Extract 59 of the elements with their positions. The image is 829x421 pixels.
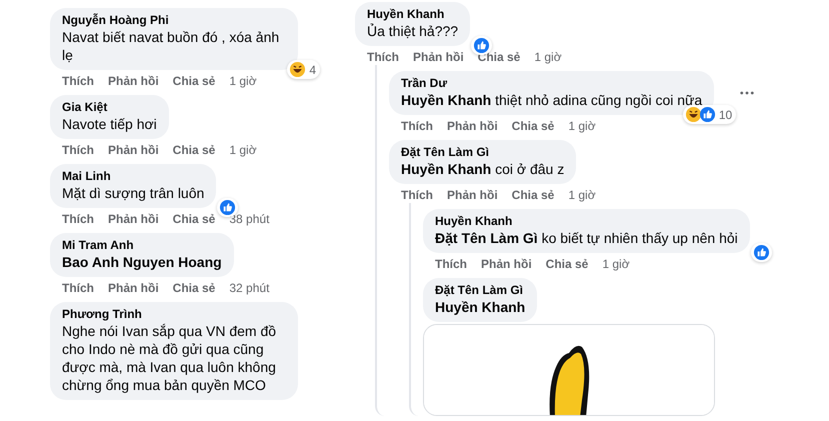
commenter-name: Đặt Tên Làm Gì [401, 145, 490, 160]
comment-text: Nghe nói Ivan sắp qua VN đem đồ cho Indo nè mà đồ gửi qua cũng được mà, mà Ivan qua luôn không chừng ổng mua bản quyền MCO [62, 322, 278, 394]
comment-action-link[interactable]: Phản hồi [413, 50, 464, 65]
comment-action-link[interactable]: Phản hồi [447, 119, 498, 134]
more-options-icon[interactable] [740, 91, 754, 95]
comment-action-link[interactable]: Thích [62, 281, 94, 296]
comment-action-link[interactable]: Thích [367, 50, 399, 65]
commenter-name: Gia Kiệt [62, 100, 108, 115]
comment-action-link[interactable]: Thích [62, 74, 94, 89]
comment-action-link[interactable]: Chia sẻ [172, 212, 216, 227]
like-icon [752, 244, 770, 261]
comment-action-link[interactable]: Chia sẻ [512, 188, 554, 203]
comment-action-link[interactable]: Phản hồi [108, 212, 159, 227]
comment-text: Huyền Khanh coi ở đâu z [401, 160, 564, 178]
commenter-name: Đặt Tên Làm Gì [435, 283, 524, 298]
commenter-name: Trần Dư [401, 76, 448, 91]
timestamp[interactable]: 1 giờ [568, 119, 596, 134]
comment-action-link[interactable]: Chia sẻ [172, 281, 216, 296]
comment-action-link[interactable]: Thích [401, 119, 433, 134]
commenter-name: Nguyễn Hoàng Phi [62, 13, 170, 28]
timestamp[interactable]: 1 giờ [229, 74, 257, 89]
comment-action-link[interactable]: Chia sẻ [546, 257, 588, 272]
reaction-badge[interactable] [750, 243, 772, 262]
comment-action-link[interactable]: Phản hồi [481, 257, 532, 272]
timestamp[interactable]: 1 giờ [534, 50, 562, 65]
comment-text: Huyền Khanh [435, 298, 526, 316]
laughing-emoji-icon [289, 61, 306, 78]
comment-action-link[interactable]: Thích [62, 143, 94, 158]
reaction-badge[interactable]: 4 [287, 60, 320, 79]
comment-action-link[interactable]: Phản hồi [108, 281, 159, 296]
comment-action-link[interactable]: Phản hồi [447, 188, 498, 203]
comment-action-link[interactable]: Chia sẻ [172, 143, 216, 158]
timestamp[interactable]: 1 giờ [229, 143, 257, 158]
timestamp[interactable]: 1 giờ [602, 257, 630, 272]
like-icon [473, 37, 490, 54]
commenter-name: Huyền Khanh [367, 7, 446, 22]
comment-text: Navat biết navat buồn đó , xóa ảnh lẹ [62, 28, 280, 64]
like-icon [698, 106, 716, 123]
comment-action-link[interactable]: Phản hồi [108, 143, 159, 158]
comment-action-link[interactable]: Chia sẻ [172, 74, 216, 89]
comment-text: Bao Anh Nguyen Hoang [62, 253, 222, 271]
comment-text: Ủa thiệt hả??? [367, 22, 458, 40]
commenter-name: Mi Tram Anh [62, 238, 135, 253]
comment-action-link[interactable]: Thích [62, 212, 94, 227]
comment-action-link[interactable]: Thích [435, 257, 467, 272]
commenter-name: Mai Linh [62, 169, 112, 184]
timestamp[interactable]: 32 phút [229, 281, 270, 296]
comment-text: Mặt dì sượng trân luôn [62, 184, 204, 202]
commenter-name: Phương Trình [62, 307, 143, 322]
comment-action-link[interactable]: Thích [401, 188, 433, 203]
laughing-emoji-icon [684, 106, 702, 123]
comment-text: Đặt Tên Làm Gì ko biết tự nhiên thấy up nên hỏi [435, 229, 738, 247]
reaction-badge[interactable]: 10 [682, 105, 736, 124]
comment-action-link[interactable]: Chia sẻ [512, 119, 554, 134]
comment-text: Navote tiếp hơi [62, 115, 157, 133]
timestamp[interactable]: 1 giờ [568, 188, 596, 203]
comment-action-link[interactable]: Phản hồi [108, 74, 159, 89]
commenter-name: Huyền Khanh [435, 214, 514, 229]
like-icon [219, 199, 236, 216]
